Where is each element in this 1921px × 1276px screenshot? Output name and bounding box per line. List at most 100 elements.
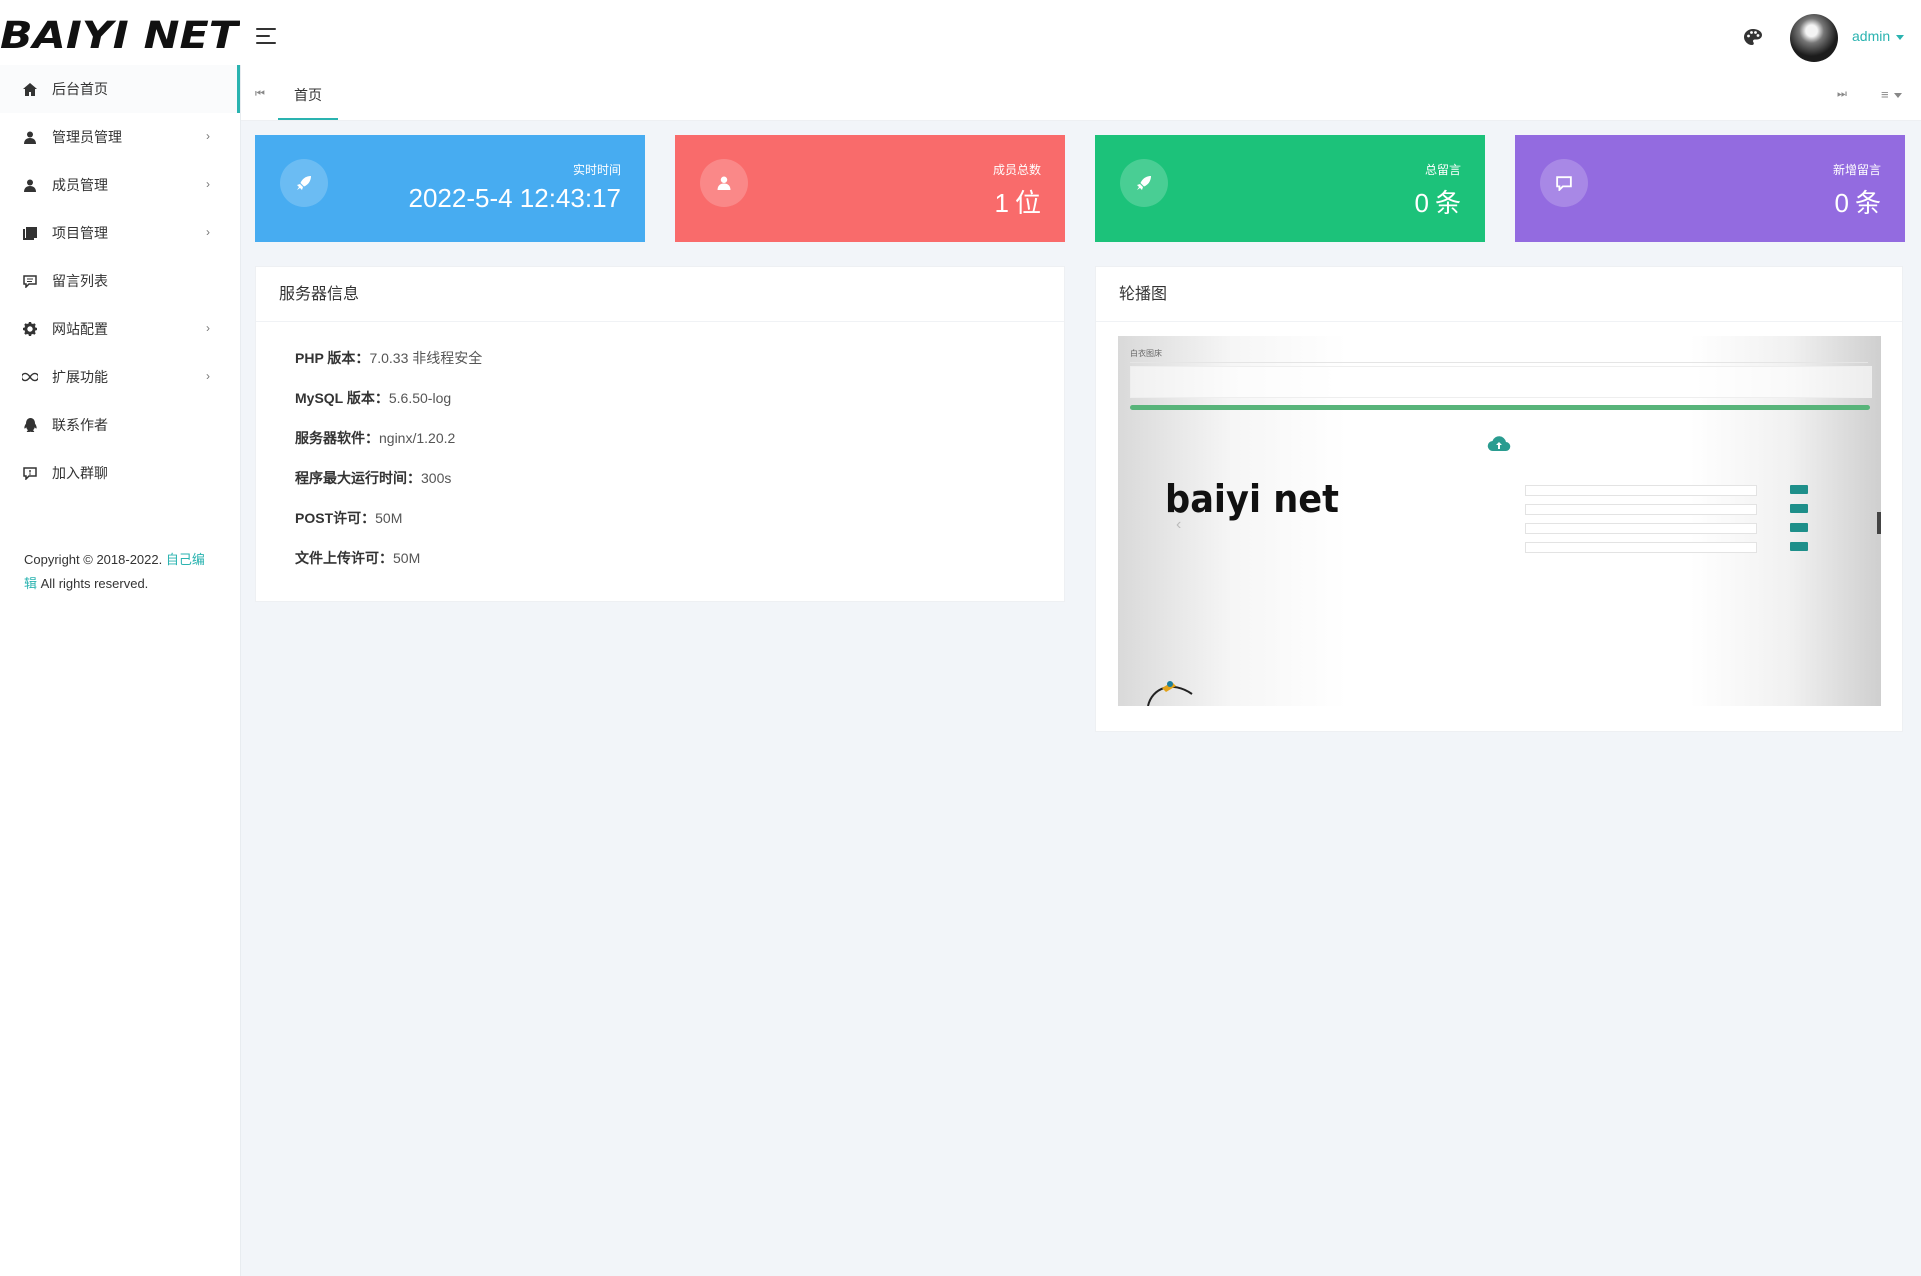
sidebar-item-contact-author[interactable]: 联系作者 <box>0 401 240 449</box>
list-item <box>1463 519 1843 538</box>
sidebar-item-admin-management[interactable]: 管理员管理 › <box>0 113 240 161</box>
copyright-suffix: All rights reserved. <box>40 576 149 591</box>
sidebar-item-message-list[interactable]: 留言列表 <box>0 257 240 305</box>
panel-title: 轮播图 <box>1096 267 1902 322</box>
stat-label: 新增留言 <box>1832 163 1881 177</box>
sidebar-item-project-management[interactable]: 项目管理 › <box>0 209 240 257</box>
comment-icon <box>22 273 38 289</box>
sidebar-item-label: 项目管理 <box>52 225 108 241</box>
tab-scroll-right-icon[interactable]: ⏭ <box>1837 88 1847 101</box>
palette-icon[interactable] <box>1743 28 1763 46</box>
sidebar-item-label: 加入群聊 <box>52 465 108 481</box>
chevron-right-icon: › <box>206 177 210 191</box>
tab-bar: ⏮ 首页 ⏭ ≡ <box>241 70 1921 121</box>
carousel-prev-icon[interactable]: ‹ <box>1176 516 1181 534</box>
copyright-text: Copyright © 2018-2022. 自己编辑 All rights r… <box>24 548 214 596</box>
list-item <box>1463 481 1843 500</box>
copyright-prefix: Copyright © 2018-2022. <box>24 552 163 567</box>
stat-card-members: 成员总数 1位 <box>675 135 1065 242</box>
stat-value: 0条 <box>1415 183 1461 220</box>
carousel-slide[interactable]: 白衣图床 baiyi net ‹ <box>1118 336 1881 706</box>
info-key: MySQL 版本： <box>295 390 389 406</box>
infinity-icon <box>22 369 38 385</box>
stat-number: 0 <box>1414 188 1429 218</box>
list-item: 服务器软件：nginx/1.20.2 <box>295 422 1064 462</box>
stat-card-total-messages: 总留言 0条 <box>1095 135 1485 242</box>
stat-unit: 条 <box>1434 188 1461 218</box>
stat-label: 总留言 <box>1424 163 1461 177</box>
brand-logo[interactable]: BAIYI NET <box>0 8 240 58</box>
stat-card-new-messages: 新增留言 0条 <box>1515 135 1905 242</box>
sidebar-item-site-config[interactable]: 网站配置 › <box>0 305 240 353</box>
sidebar: 后台首页 管理员管理 › 成员管理 › 项目管理 › 留言列表 网站配置 › 扩… <box>0 65 241 1276</box>
chevron-right-icon: › <box>206 129 210 143</box>
user-icon <box>700 159 748 207</box>
info-value: 5.6.50-log <box>388 390 452 406</box>
info-value: nginx/1.20.2 <box>379 430 456 446</box>
slide-progress-bar <box>1130 405 1870 410</box>
info-key: 服务器软件： <box>295 430 379 446</box>
server-info-panel: 服务器信息 PHP 版本：7.0.33 非线程安全 MySQL 版本：5.6.5… <box>255 266 1065 602</box>
user-icon <box>22 129 38 145</box>
stat-value: 1位 <box>995 183 1041 220</box>
slide-decoration <box>1146 674 1194 706</box>
sidebar-item-label: 成员管理 <box>52 177 108 193</box>
carousel-next-handle[interactable] <box>1877 512 1881 534</box>
chevron-right-icon: › <box>206 225 210 239</box>
chevron-right-icon: › <box>206 369 210 383</box>
list-item <box>1463 500 1843 519</box>
slide-link-rows <box>1463 481 1843 557</box>
sidebar-item-label: 网站配置 <box>52 321 108 337</box>
tab-scroll-left-icon[interactable]: ⏮ <box>255 88 265 101</box>
info-value: 300s <box>421 470 452 486</box>
stat-value: 2022-5-4 12:43:17 <box>408 183 621 214</box>
user-icon <box>22 177 38 193</box>
info-key: POST许可： <box>295 510 376 526</box>
book-icon <box>22 225 38 241</box>
sidebar-item-home[interactable]: 后台首页 <box>0 65 240 113</box>
upload-cloud-icon <box>1481 436 1517 463</box>
list-item: 文件上传许可：50M <box>295 542 1064 582</box>
tab-options-icon: ≡ <box>1881 87 1889 102</box>
slide-brand-text: baiyi net <box>1165 477 1339 521</box>
info-value: 50M <box>375 510 403 526</box>
slide-notice <box>1130 366 1872 398</box>
comment-icon <box>1540 159 1588 207</box>
server-info-list: PHP 版本：7.0.33 非线程安全 MySQL 版本：5.6.50-log … <box>256 322 1064 582</box>
tab-home[interactable]: 首页 <box>278 70 338 120</box>
sidebar-item-join-group[interactable]: 加入群聊 <box>0 449 240 497</box>
chat-icon <box>22 465 38 481</box>
sidebar-item-label: 联系作者 <box>52 417 108 433</box>
panel-title: 服务器信息 <box>256 267 1064 322</box>
stat-number: 1 <box>994 188 1009 218</box>
top-bar: BAIYI NET admin <box>0 0 1921 70</box>
info-key: 程序最大运行时间： <box>295 470 421 486</box>
sidebar-item-member-management[interactable]: 成员管理 › <box>0 161 240 209</box>
divider <box>1130 362 1868 363</box>
stat-unit: 条 <box>1854 188 1881 218</box>
sidebar-item-label: 留言列表 <box>52 273 108 289</box>
brand-logo-text: BAIYI NET <box>0 14 240 57</box>
chevron-right-icon: › <box>206 321 210 335</box>
sidebar-menu: 后台首页 管理员管理 › 成员管理 › 项目管理 › 留言列表 网站配置 › 扩… <box>0 65 240 497</box>
info-value: 7.0.33 非线程安全 <box>369 350 483 366</box>
stat-value: 0条 <box>1835 183 1881 220</box>
sidebar-item-label: 后台首页 <box>52 81 108 97</box>
slide-brand-logo: baiyi net <box>1165 476 1345 528</box>
menu-toggle-icon[interactable] <box>256 28 278 44</box>
user-name: admin <box>1852 28 1891 44</box>
user-menu[interactable]: admin <box>1852 28 1905 44</box>
info-key: PHP 版本： <box>295 350 370 366</box>
tab-options-menu[interactable]: ≡ <box>1881 87 1903 102</box>
caret-down-icon <box>1896 34 1905 40</box>
avatar[interactable] <box>1790 14 1838 62</box>
slide-heading: 白衣图床 <box>1130 349 1162 358</box>
list-item: MySQL 版本：5.6.50-log <box>295 382 1064 422</box>
gear-icon <box>22 321 38 337</box>
sidebar-item-label: 管理员管理 <box>52 129 122 145</box>
list-item: PHP 版本：7.0.33 非线程安全 <box>295 342 1064 382</box>
stat-label: 成员总数 <box>992 163 1041 177</box>
sidebar-item-extensions[interactable]: 扩展功能 › <box>0 353 240 401</box>
list-item: 程序最大运行时间：300s <box>295 462 1064 502</box>
stat-card-realtime: 实时时间 2022-5-4 12:43:17 <box>255 135 645 242</box>
